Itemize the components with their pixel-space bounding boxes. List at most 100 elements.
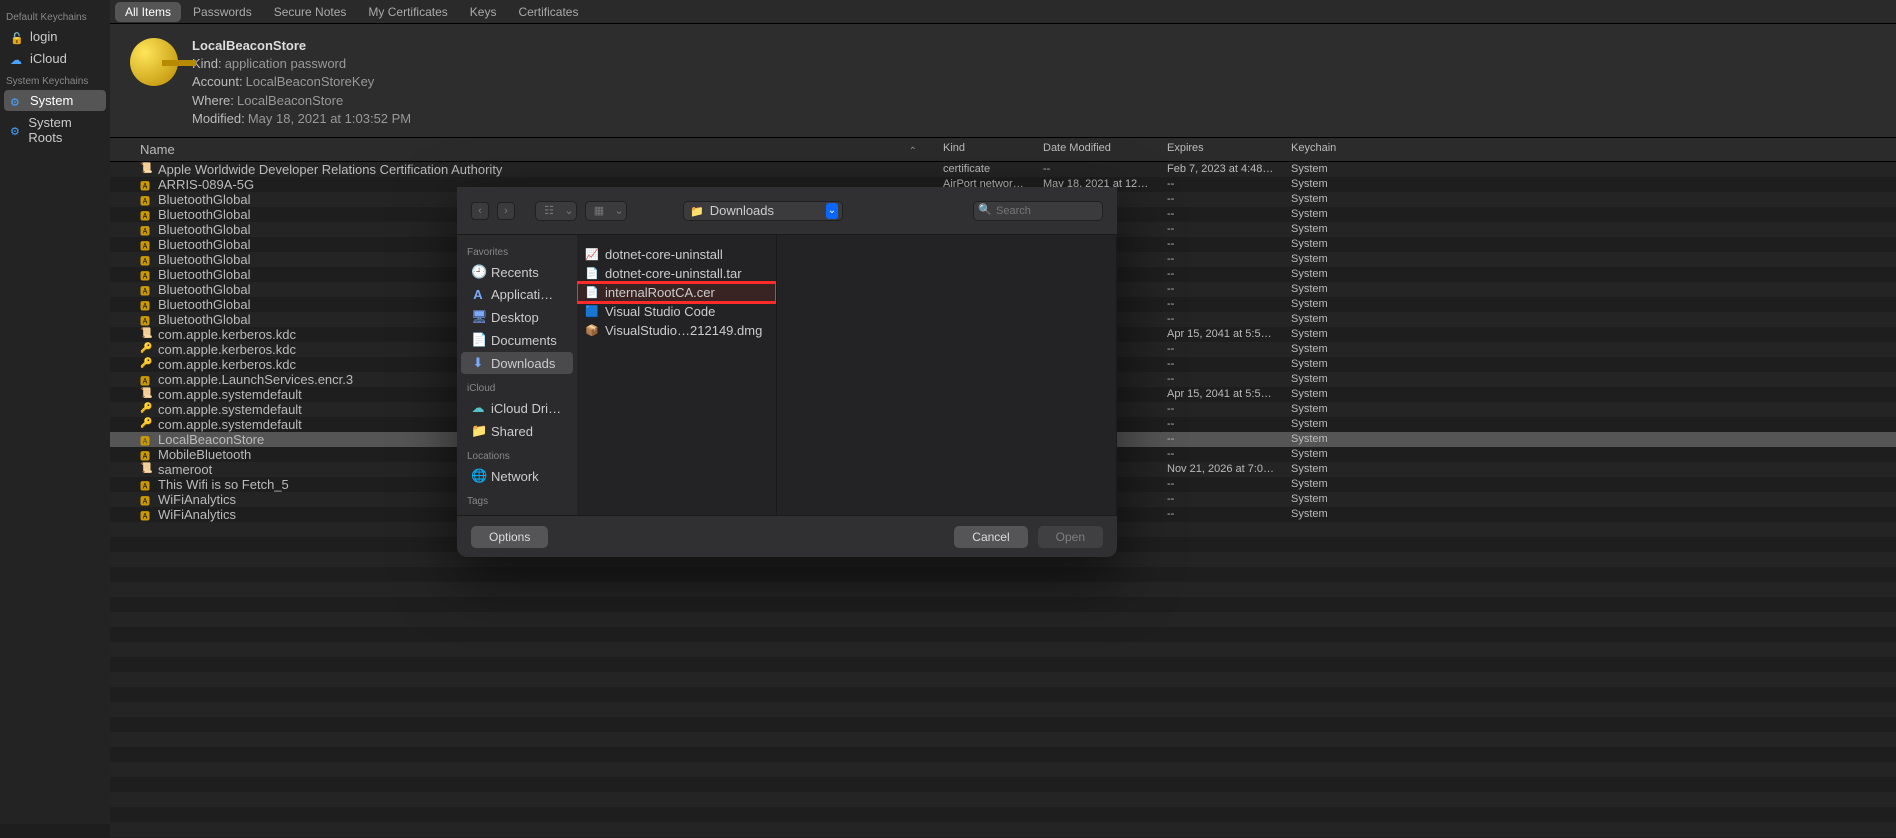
sidebar-item-system-roots[interactable]: System Roots <box>4 112 106 148</box>
file-list-column: 📈dotnet-core-uninstall📄dotnet-core-unins… <box>577 235 777 515</box>
category-tabs: All ItemsPasswordsSecure NotesMy Certifi… <box>0 0 1896 24</box>
item-detail-header: LocalBeaconStore Kind: application passw… <box>110 24 1896 138</box>
detail-kind-label: Kind: <box>192 56 222 71</box>
desk-icon <box>471 309 485 325</box>
file-label: internalRootCA.cer <box>605 285 715 300</box>
sidebar-group-label: Default Keychains <box>0 6 110 25</box>
sort-indicator-icon <box>905 142 917 157</box>
table-row-empty <box>110 717 1896 732</box>
dialog-sidebar-group: Tags <box>457 488 577 509</box>
sidebar-item-label: iCloud <box>30 51 67 66</box>
file-row[interactable]: 📈 dotnet-core-uninstall <box>577 245 776 264</box>
detail-where-value: LocalBeaconStore <box>237 93 343 108</box>
view-columns-button[interactable]: ☷ <box>536 202 562 220</box>
file-label: VisualStudio…212149.dmg <box>605 323 762 338</box>
path-label: Downloads <box>710 203 774 218</box>
tab-secure-notes[interactable]: Secure Notes <box>264 2 357 22</box>
table-row-empty <box>110 657 1896 672</box>
file-row[interactable]: 📄dotnet-core-uninstall.tar <box>577 264 776 283</box>
sidebar-group-label: System Keychains <box>0 70 110 89</box>
clock-icon <box>471 264 485 280</box>
table-row-empty <box>110 582 1896 597</box>
detail-modified-label: Modified: <box>192 111 245 126</box>
file-row[interactable]: 📄 internalRootCA.cer <box>577 283 776 302</box>
file-icon: 📦 <box>585 324 599 337</box>
table-row-empty <box>110 807 1896 822</box>
detail-title: LocalBeaconStore <box>192 38 411 53</box>
nav-back-button[interactable]: ‹ <box>471 202 489 220</box>
dl-icon <box>471 355 485 371</box>
dialog-sidebar-item-network[interactable]: Network <box>461 465 573 487</box>
view-menu-button[interactable]: ⌄ <box>562 202 576 220</box>
group-segment: ▦ ⌄ <box>585 201 627 221</box>
dialog-footer: Options Cancel Open <box>457 515 1117 557</box>
file-open-dialog: ‹ › ☷ ⌄ ▦ ⌄ Downloads FavoritesRecentsAp… <box>457 187 1117 557</box>
path-popup[interactable]: Downloads <box>683 201 843 221</box>
file-icon: 📈 <box>585 248 599 261</box>
table-row-empty <box>110 597 1896 612</box>
group-by-button[interactable]: ▦ <box>586 202 612 220</box>
column-date-modified[interactable]: Date Modified <box>1035 138 1159 161</box>
app-icon <box>471 287 485 302</box>
cell-expires: -- <box>1159 504 1283 524</box>
cancel-button[interactable]: Cancel <box>954 526 1027 548</box>
dialog-search-input[interactable] <box>973 201 1103 221</box>
file-row[interactable]: 📦 VisualStudio…212149.dmg <box>577 321 776 340</box>
sys-icon <box>10 94 24 108</box>
file-row[interactable]: 🟦Visual Studio Code <box>577 302 776 321</box>
file-icon: 📄 <box>585 286 599 299</box>
dialog-sidebar-label: Applicati… <box>491 287 553 302</box>
options-button[interactable]: Options <box>471 526 548 548</box>
sidebar-item-icloud[interactable]: iCloud <box>4 48 106 69</box>
table-row-empty <box>110 792 1896 807</box>
tab-certificates[interactable]: Certificates <box>508 2 588 22</box>
key-icon <box>130 38 178 86</box>
column-kind[interactable]: Kind <box>935 138 1035 161</box>
table-header: Name Kind Date Modified Expires Keychain <box>110 138 1896 162</box>
dialog-sidebar-item-applicati-[interactable]: Applicati… <box>461 284 573 305</box>
dialog-sidebar-item-desktop[interactable]: Desktop <box>461 306 573 328</box>
preview-column <box>777 235 1117 515</box>
dialog-sidebar-item-downloads[interactable]: Downloads <box>461 352 573 374</box>
file-icon: 🟦 <box>585 305 599 318</box>
table-row-empty <box>110 762 1896 777</box>
dialog-sidebar-item-shared[interactable]: Shared <box>461 420 573 442</box>
dialog-sidebar-label: Shared <box>491 424 533 439</box>
cell-keychain: System <box>1283 504 1363 524</box>
dialog-sidebar-item-icloud-dri-[interactable]: iCloud Dri… <box>461 397 573 419</box>
dialog-sidebar-item-recents[interactable]: Recents <box>461 261 573 283</box>
dialog-sidebar-label: Downloads <box>491 356 555 371</box>
table-row-empty <box>110 627 1896 642</box>
detail-kind-value: application password <box>225 56 346 71</box>
sidebar-item-system[interactable]: System <box>4 90 106 111</box>
table-row-empty <box>110 702 1896 717</box>
table-row-empty <box>110 642 1896 657</box>
tab-passwords[interactable]: Passwords <box>183 2 262 22</box>
view-mode-segment: ☷ ⌄ <box>535 201 577 221</box>
dialog-sidebar-item-documents[interactable]: Documents <box>461 329 573 351</box>
nav-forward-button[interactable]: › <box>497 202 515 220</box>
sidebar-item-login[interactable]: login <box>4 26 106 47</box>
tab-keys[interactable]: Keys <box>460 2 507 22</box>
table-row-empty <box>110 612 1896 627</box>
group-menu-button[interactable]: ⌄ <box>612 202 626 220</box>
dialog-sidebar-group: Locations <box>457 443 577 464</box>
sidebar-item-label: System Roots <box>28 115 100 145</box>
dialog-sidebar-label: iCloud Dri… <box>491 401 561 416</box>
tab-all-items[interactable]: All Items <box>115 2 181 22</box>
detail-account-value: LocalBeaconStoreKey <box>246 74 375 89</box>
tab-my-certificates[interactable]: My Certificates <box>358 2 457 22</box>
file-label: dotnet-core-uninstall <box>605 247 723 262</box>
dialog-toolbar: ‹ › ☷ ⌄ ▦ ⌄ Downloads <box>457 187 1117 235</box>
file-label: dotnet-core-uninstall.tar <box>605 266 742 281</box>
unlock-icon <box>10 30 24 44</box>
cell-name: WiFiAnalytics <box>158 507 236 522</box>
column-keychain[interactable]: Keychain <box>1283 138 1363 161</box>
folder-icon <box>690 203 704 218</box>
column-name[interactable]: Name <box>110 138 935 161</box>
table-row-empty <box>110 837 1896 838</box>
table-row-empty <box>110 687 1896 702</box>
column-expires[interactable]: Expires <box>1159 138 1283 161</box>
net-icon <box>471 468 485 484</box>
detail-account-label: Account: <box>192 74 243 89</box>
